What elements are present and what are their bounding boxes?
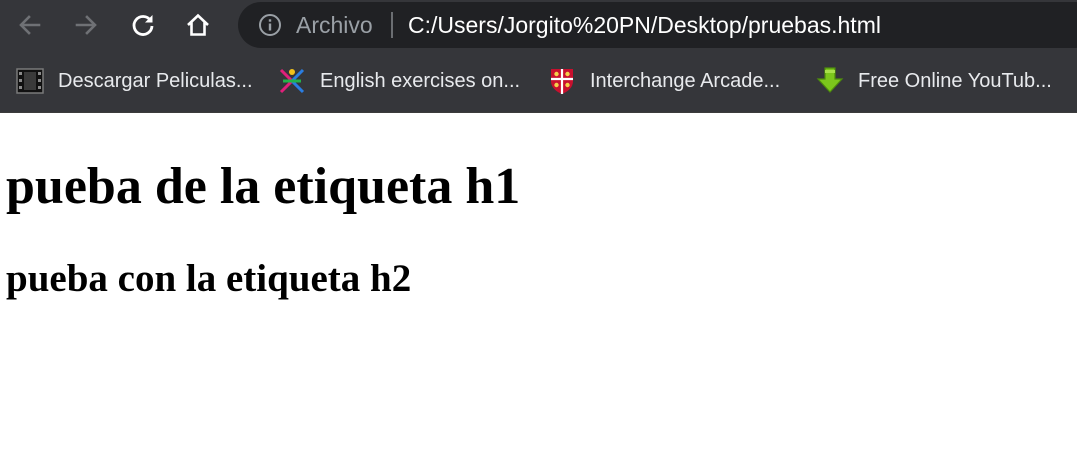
bookmark-descargar-peliculas[interactable]: Descargar Peliculas... xyxy=(15,64,253,98)
home-button[interactable] xyxy=(179,6,217,44)
back-button[interactable] xyxy=(11,6,49,44)
colorful-figure-icon xyxy=(279,68,305,94)
address-bar[interactable]: Archivo C:/Users/Jorgito%20PN/Desktop/pr… xyxy=(238,2,1077,48)
bookmark-interchange-arcade[interactable]: Interchange Arcade... xyxy=(547,64,780,98)
heading-h2: pueba con la etiqueta h2 xyxy=(6,257,412,300)
green-download-arrow-icon xyxy=(816,67,844,93)
university-crest-icon xyxy=(551,69,573,94)
arrow-right-icon xyxy=(75,15,97,35)
bookmark-label: Free Online YouTub... xyxy=(858,69,1052,92)
browser-toolbar: Archivo C:/Users/Jorgito%20PN/Desktop/pr… xyxy=(0,0,1077,50)
film-strip-icon xyxy=(16,68,44,94)
bookmark-free-online-youtube[interactable]: Free Online YouTub... xyxy=(815,64,1052,98)
home-icon xyxy=(187,13,209,36)
reload-button[interactable] xyxy=(124,6,162,44)
site-info-label[interactable]: Archivo xyxy=(296,10,373,40)
bookmark-label: Descargar Peliculas... xyxy=(58,69,253,92)
info-icon[interactable] xyxy=(258,13,282,37)
bookmarks-bar: Descargar Peliculas... English exercises… xyxy=(0,50,1077,113)
arrow-left-icon xyxy=(19,15,41,35)
reload-icon xyxy=(132,15,154,36)
page-content: pueba de la etiqueta h1 pueba con la eti… xyxy=(0,113,1077,458)
bookmark-english-exercises[interactable]: English exercises on... xyxy=(277,64,520,98)
bookmark-label: Interchange Arcade... xyxy=(590,69,781,92)
address-divider xyxy=(391,12,393,38)
bookmark-label: English exercises on... xyxy=(320,69,521,92)
heading-h1: pueba de la etiqueta h1 xyxy=(6,158,521,215)
url-text[interactable]: C:/Users/Jorgito%20PN/Desktop/pruebas.ht… xyxy=(408,10,881,40)
forward-button[interactable] xyxy=(67,6,105,44)
